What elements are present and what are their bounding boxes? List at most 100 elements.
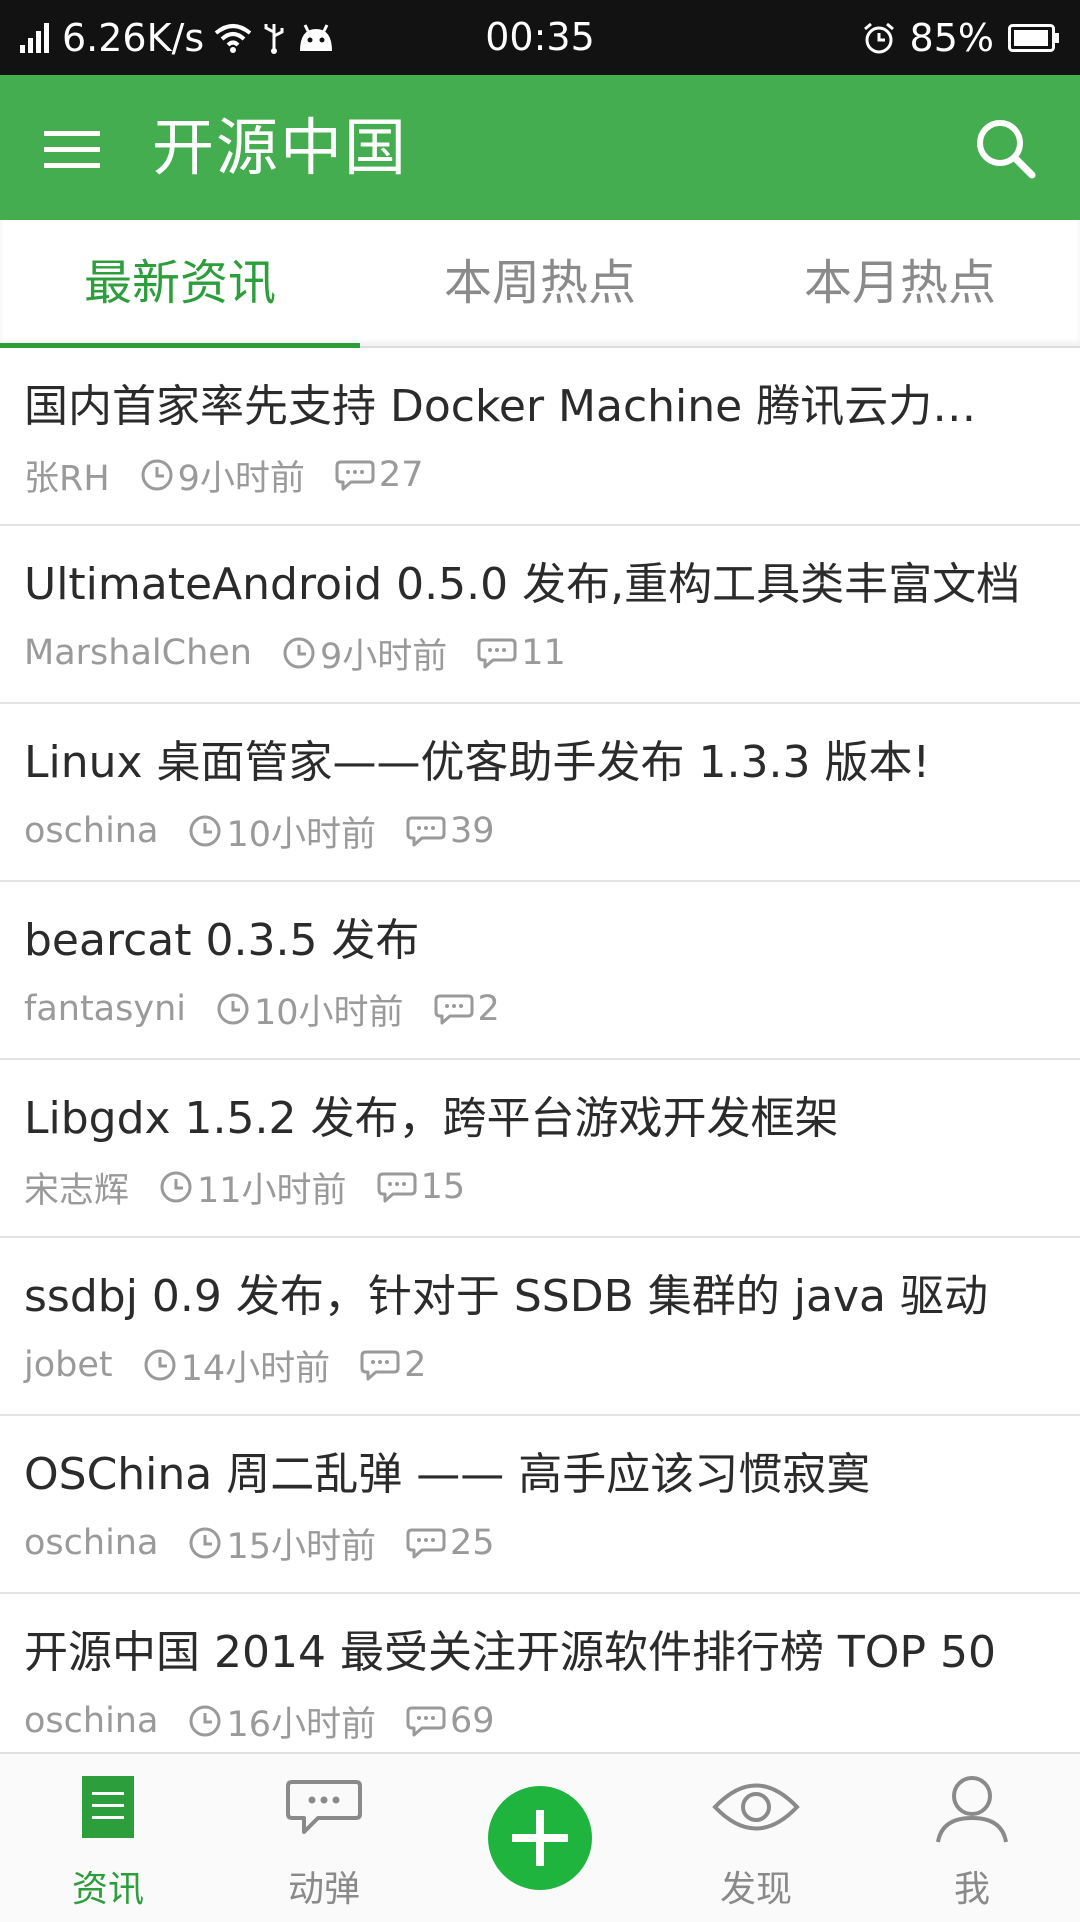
battery-percent: 85% [909,15,994,60]
news-author: 宋志辉 [24,1170,130,1211]
comment-icon [406,815,450,847]
news-title: Libgdx 1.5.2 发布，跨平台游戏开发框架 [24,1093,839,1144]
tab-monthly-hot[interactable]: 本月热点 [720,220,1080,346]
news-meta: oschina 16小时前 69 [24,1696,525,1747]
news-item[interactable]: Libgdx 1.5.2 发布，跨平台游戏开发框架宋志辉 11小时前 15 [0,1060,1080,1238]
clock-icon [143,1348,181,1382]
news-title: 开源中国 2014 最受关注开源软件排行榜 TOP 50 [24,1627,996,1678]
news-comment-count: 39 [449,811,495,851]
news-comments: 69 [406,1701,495,1741]
news-time-text: 9小时前 [319,636,448,677]
bottom-nav: 资讯 动弹 发现 我 [0,1752,1080,1922]
news-comment-count: 11 [521,633,566,673]
comment-icon [377,1171,421,1203]
comment-icon [406,1527,450,1559]
news-comments: 2 [434,989,500,1029]
news-comment-count: 25 [449,1523,495,1563]
app-title: 开源中国 [152,111,409,184]
news-item[interactable]: Linux 桌面管家——优客助手发布 1.3.3 版本! oschina 10小时前… [0,704,1080,882]
news-title: ssdbj 0.9 发布，针对于 SSDB 集群的 java 驱动 [24,1271,988,1322]
news-meta: jobet 14小时前 2 [24,1340,456,1391]
news-meta: fantasyni 10小时前 2 [24,984,530,1035]
news-icon [78,1774,138,1844]
nav-news-label: 资讯 [71,1869,144,1910]
plus-icon [512,1810,568,1866]
nav-add[interactable] [432,1754,648,1922]
clock-icon [216,992,254,1026]
news-time: 14小时前 [143,1340,331,1391]
app-bar: 开源中国 [0,75,1080,220]
tab-latest-news[interactable]: 最新资讯 [0,220,360,348]
comment-icon [477,637,521,669]
menu-button[interactable] [40,115,110,185]
news-time: 16小时前 [188,1696,376,1747]
news-item[interactable]: bearcat 0.3.5 发布 fantasyni 10小时前 2 [0,882,1080,1060]
news-item[interactable]: OSChina 周二乱弹 —— 高手应该习惯寂寞 oschina 15小时前 25 [0,1416,1080,1594]
comment-icon [434,993,478,1025]
news-meta: 张RH 9小时前 27 [24,450,453,501]
news-list: 国内首家率先支持 Docker Machine 腾讯云力… 张RH 9小时前 27 Ul… [0,348,1080,1772]
comment-icon [406,1705,450,1737]
search-button[interactable] [970,113,1040,183]
tab-weekly-hot[interactable]: 本周热点 [360,220,720,346]
news-title: OSChina 周二乱弹 —— 高手应该习惯寂寞 [24,1449,871,1500]
news-comment-count: 2 [477,989,500,1029]
news-time: 9小时前 [140,450,305,501]
news-comments: 27 [335,455,424,495]
add-button[interactable] [488,1786,592,1890]
nav-discover-label: 发现 [719,1869,792,1910]
comment-icon [335,459,379,491]
news-comments: 15 [377,1167,466,1207]
news-item[interactable]: UltimateAndroid 0.5.0 发布,重构工具类丰富文档 Marsha… [0,526,1080,704]
nav-tweets[interactable]: 动弹 [216,1754,432,1922]
news-author: oschina [24,811,159,851]
clock-icon [188,1526,226,1560]
news-title: bearcat 0.3.5 发布 [24,915,420,966]
clock-icon [159,1170,197,1204]
news-comment-count: 27 [378,455,424,495]
clock-icon [140,458,178,492]
news-comment-count: 69 [449,1701,495,1741]
news-time-text: 10小时前 [226,814,376,855]
news-comment-count: 15 [420,1167,466,1207]
hamburger-icon [44,131,100,168]
news-author: jobet [24,1345,113,1385]
news-time-text: 9小时前 [177,458,305,499]
nav-me-label: 我 [953,1869,990,1910]
battery-icon [1008,23,1060,52]
news-meta: MarshalChen 9小时前 11 [24,628,596,679]
clock-icon [188,1704,226,1738]
status-bar: 6.26K/s 00:35 85% [0,0,1080,75]
news-time: 9小时前 [282,628,447,679]
nav-news[interactable]: 资讯 [0,1754,216,1922]
news-author: oschina [24,1523,159,1563]
news-time-text: 14小时前 [180,1348,331,1389]
news-comments: 2 [360,1345,426,1385]
news-title: 国内首家率先支持 Docker Machine 腾讯云力… [24,381,977,432]
news-time: 10小时前 [216,984,404,1035]
news-item[interactable]: 国内首家率先支持 Docker Machine 腾讯云力… 张RH 9小时前 27 [0,348,1080,526]
news-comments: 39 [406,811,495,851]
news-title: UltimateAndroid 0.5.0 发布,重构工具类丰富文档 [24,559,1021,610]
news-author: fantasyni [24,989,186,1029]
user-icon [934,1774,1010,1848]
news-time: 10小时前 [188,806,376,857]
news-item[interactable]: ssdbj 0.9 发布，针对于 SSDB 集群的 java 驱动 jobet 14… [0,1238,1080,1416]
comment-icon [360,1349,404,1381]
nav-me[interactable]: 我 [864,1754,1080,1922]
search-icon [977,120,1036,179]
news-comment-count: 2 [404,1345,427,1385]
news-author: MarshalChen [24,633,252,673]
news-title: Linux 桌面管家——优客助手发布 1.3.3 版本! [24,737,931,788]
clock-icon [282,636,320,670]
news-meta: oschina 15小时前 25 [24,1520,525,1567]
chat-bubble-icon [284,1774,364,1844]
news-time-text: 15小时前 [226,1526,376,1567]
clock-icon [188,814,226,848]
news-item[interactable]: 开源中国 2014 最受关注开源软件排行榜 TOP 50 oschina 16小时前… [0,1594,1080,1772]
eye-icon [711,1774,801,1844]
nav-discover[interactable]: 发现 [648,1754,864,1922]
news-author: oschina [24,1701,159,1741]
news-time: 11小时前 [159,1162,347,1213]
tab-bar: 最新资讯 本周热点 本月热点 [0,220,1080,348]
